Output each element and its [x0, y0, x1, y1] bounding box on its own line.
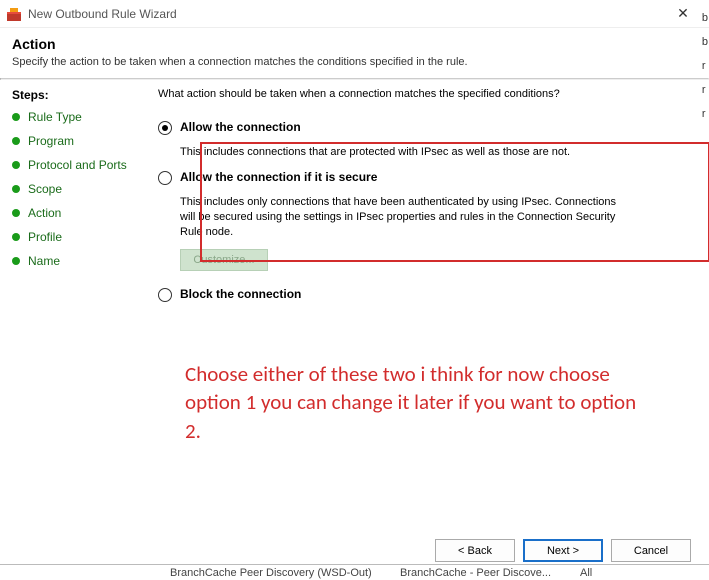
- annotation-text: Choose either of these two i think for n…: [185, 360, 655, 445]
- next-button[interactable]: Next >: [523, 539, 603, 562]
- radio-allow-secure[interactable]: Allow the connection if it is secure: [158, 170, 691, 185]
- step-program[interactable]: Program: [12, 134, 138, 148]
- bullet-icon: [12, 185, 20, 193]
- bullet-icon: [12, 137, 20, 145]
- radio-label: Allow the connection if it is secure: [180, 170, 377, 184]
- radio-label: Block the connection: [180, 287, 301, 301]
- step-label: Scope: [28, 182, 62, 196]
- step-profile[interactable]: Profile: [12, 230, 138, 244]
- steps-heading: Steps:: [12, 88, 138, 102]
- step-label: Profile: [28, 230, 62, 244]
- radio-block[interactable]: Block the connection: [158, 287, 691, 302]
- step-label: Action: [28, 206, 61, 220]
- steps-panel: Steps: Rule Type Program Protocol and Po…: [0, 80, 150, 550]
- main-panel: What action should be taken when a conne…: [150, 80, 709, 550]
- page-title: Action: [12, 36, 697, 52]
- radio-allow-desc: This includes connections that are prote…: [180, 145, 620, 160]
- bullet-icon: [12, 233, 20, 241]
- back-button[interactable]: < Back: [435, 539, 515, 562]
- firewall-icon: [6, 6, 22, 22]
- action-radio-group: Allow the connection This includes conne…: [158, 120, 691, 302]
- radio-icon: [158, 121, 172, 135]
- bg-cell: BranchCache - Peer Discove...: [400, 567, 580, 579]
- bullet-icon: [12, 209, 20, 217]
- window-title: New Outbound Rule Wizard: [28, 7, 663, 21]
- wizard-header: Action Specify the action to be taken wh…: [0, 28, 709, 78]
- customize-button: Customize...: [180, 249, 268, 271]
- radio-allow-secure-desc: This includes only connections that have…: [180, 195, 620, 240]
- radio-icon: [158, 288, 172, 302]
- step-label: Program: [28, 134, 74, 148]
- step-protocol-ports[interactable]: Protocol and Ports: [12, 158, 138, 172]
- close-button[interactable]: ✕: [663, 0, 703, 28]
- bullet-icon: [12, 161, 20, 169]
- step-name[interactable]: Name: [12, 254, 138, 268]
- titlebar: New Outbound Rule Wizard ✕: [0, 0, 709, 28]
- prompt-text: What action should be taken when a conne…: [158, 88, 691, 100]
- step-action[interactable]: Action: [12, 206, 138, 220]
- bg-cell: BranchCache Peer Discovery (WSD-Out): [170, 567, 400, 579]
- bullet-icon: [12, 113, 20, 121]
- step-label: Protocol and Ports: [28, 158, 127, 172]
- step-rule-type[interactable]: Rule Type: [12, 110, 138, 124]
- close-icon: ✕: [677, 5, 689, 22]
- radio-label: Allow the connection: [180, 120, 301, 134]
- page-subtitle: Specify the action to be taken when a co…: [12, 56, 697, 68]
- bullet-icon: [12, 257, 20, 265]
- step-scope[interactable]: Scope: [12, 182, 138, 196]
- cancel-button[interactable]: Cancel: [611, 539, 691, 562]
- background-list-row: BranchCache Peer Discovery (WSD-Out) Bra…: [0, 564, 709, 580]
- step-label: Rule Type: [28, 110, 82, 124]
- background-edge: b b r r r: [702, 6, 708, 126]
- bg-cell: All: [580, 567, 640, 579]
- step-label: Name: [28, 254, 60, 268]
- wizard-footer: < Back Next > Cancel: [435, 539, 691, 562]
- radio-allow[interactable]: Allow the connection: [158, 120, 691, 135]
- radio-icon: [158, 171, 172, 185]
